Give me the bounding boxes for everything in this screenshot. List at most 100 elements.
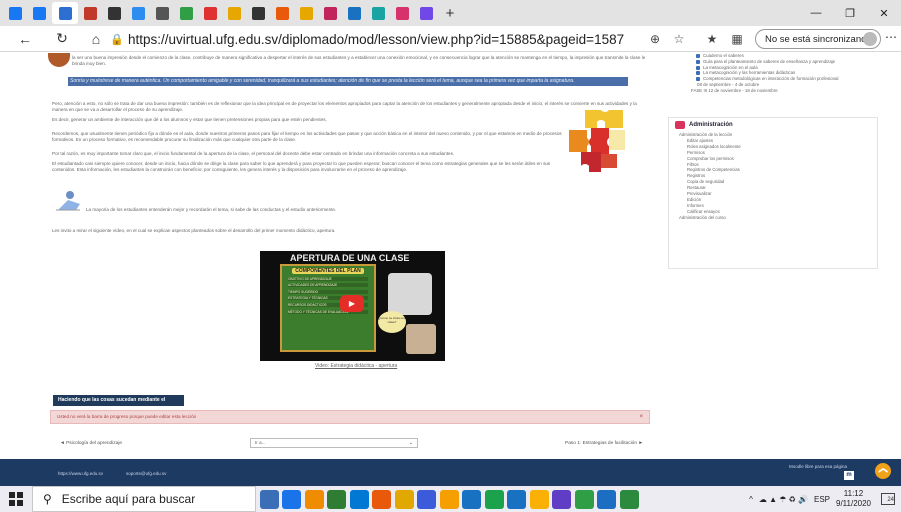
top-illustration <box>48 53 70 67</box>
select-value: Ir a... <box>255 440 266 445</box>
board-title: COMPONENTES DEL PLAN <box>292 268 364 274</box>
taskbar-app-icon[interactable] <box>417 489 436 509</box>
continue-button[interactable]: Haciendo que las cosas sucedan mediante … <box>53 395 184 414</box>
play-icon[interactable]: ▶ <box>340 295 364 312</box>
taskbar-app-icon[interactable] <box>304 489 324 509</box>
previous-activity-link[interactable]: ◄ Psicología del aprendizaje <box>60 441 122 446</box>
puzzle-pieces-image <box>569 110 625 172</box>
moodle-logo-icon: m <box>844 471 854 480</box>
search-icon: ⚲ <box>43 492 52 506</box>
tab-favicon-icon <box>204 6 217 20</box>
moodle-docs-link[interactable]: Moodle libre para esa página <box>789 464 847 469</box>
chevron-down-icon: ⌄ <box>408 440 413 446</box>
browser-tab-strip: + — ❐ ✕ <box>0 0 901 26</box>
tray-chevron-icon[interactable]: ^ <box>749 495 753 504</box>
footer-link-email[interactable]: soporte@ufg.edu.sv <box>126 471 166 476</box>
admin-menu-item[interactable]: Administración del curso <box>679 215 877 221</box>
video-link[interactable]: Video: Estrategia didáctica - apertura <box>315 363 397 369</box>
notifications-icon[interactable]: 24 <box>881 493 895 505</box>
taskbar-app-icon[interactable] <box>349 489 369 509</box>
close-icon[interactable]: × <box>639 411 643 423</box>
browser-tab[interactable] <box>223 2 246 24</box>
windows-start-icon[interactable] <box>0 486 32 512</box>
jump-to-select[interactable]: Ir a... ⌄ <box>250 438 418 448</box>
browser-tab[interactable] <box>247 2 270 24</box>
tab-favicon-icon <box>33 6 46 20</box>
taskbar-search-input[interactable]: ⚲ Escribe aquí para buscar <box>32 486 256 512</box>
browser-tab[interactable] <box>367 2 390 24</box>
windows-taskbar: ⚲ Escribe aquí para buscar ^ ☁ ▲ ☂ ♻ 🔊 E… <box>0 486 901 512</box>
board-line: ACTIVIDADES DE APRENDIZAJE <box>288 283 368 288</box>
tray-icons[interactable]: ☁ ▲ ☂ ♻ 🔊 <box>759 495 808 504</box>
browser-tab[interactable] <box>175 2 198 24</box>
site-footer: https://www.ufg.edu.sv soporte@ufg.edu.s… <box>0 459 901 486</box>
taskbar-app-icon[interactable] <box>597 489 616 509</box>
sync-status-button[interactable]: No se está sincronizando <box>755 29 881 49</box>
lesson-content: la ser uno buena impresión desde el comi… <box>48 53 654 459</box>
taskbar-app-icon[interactable] <box>282 489 301 509</box>
taskbar-app-icon[interactable] <box>574 489 594 509</box>
browser-tab[interactable] <box>391 2 414 24</box>
list-item[interactable]: FASE III 12 de noviembre - 18 de noviemb… <box>684 88 878 94</box>
page-viewport: la ser uno buena impresión desde el comi… <box>0 53 901 459</box>
new-tab-button[interactable]: + <box>439 2 461 24</box>
favorites-list-icon[interactable]: ★ <box>703 30 721 48</box>
footer-link-website[interactable]: https://www.ufg.edu.sv <box>58 471 103 476</box>
tab-favicon-icon <box>180 6 193 20</box>
browser-tab[interactable] <box>319 2 342 24</box>
browser-tab[interactable] <box>295 2 318 24</box>
taskbar-app-icon[interactable] <box>439 489 459 509</box>
scroll-top-button[interactable]: ❯ <box>875 463 891 479</box>
taskbar-app-icon[interactable] <box>484 489 504 509</box>
clock-date: 9/11/2020 <box>836 499 871 508</box>
taskbar-app-icon[interactable] <box>394 489 414 509</box>
url-field[interactable]: 🔒 https://uvirtual.ufg.edu.sv/diplomado/… <box>110 29 680 49</box>
taskbar-app-icon[interactable] <box>462 489 481 509</box>
administration-icon <box>675 121 685 129</box>
taskbar-app-icon[interactable] <box>372 489 391 509</box>
taskbar-app-icon[interactable] <box>259 489 279 509</box>
browser-tab[interactable] <box>79 2 102 24</box>
profile-avatar <box>863 32 877 46</box>
home-icon[interactable]: ⌂ <box>83 27 109 51</box>
administration-title: Administración <box>689 122 733 128</box>
browser-tab[interactable] <box>415 2 438 24</box>
browser-tab[interactable] <box>199 2 222 24</box>
back-arrow-icon[interactable]: ← <box>12 27 38 51</box>
browser-tab[interactable] <box>103 2 126 24</box>
highlighted-quote: Sonría y muéstrese de manera auténtica. … <box>68 77 628 86</box>
next-activity-link[interactable]: Paso 1: Estrategias de facilitación ► <box>565 441 643 446</box>
tab-favicon-icon <box>324 6 337 20</box>
taskbar-app-icon[interactable] <box>552 489 571 509</box>
clock[interactable]: 11:12 9/11/2020 <box>836 489 871 509</box>
tab-favicon-icon <box>420 6 433 20</box>
taskbar-app-icon[interactable] <box>619 489 639 509</box>
video-speaker-image <box>406 324 436 354</box>
tab-favicon-icon <box>252 6 265 20</box>
page-icon <box>696 71 700 76</box>
tab-favicon-icon <box>276 6 289 20</box>
maximize-button[interactable]: ❐ <box>833 0 867 26</box>
browser-tab[interactable] <box>52 2 78 24</box>
video-player[interactable]: APERTURA DE UNA CLASE COMPONENTES DEL PL… <box>260 251 445 361</box>
more-options-icon[interactable]: ⋯ <box>885 30 897 44</box>
administration-block: Administración Administración de la lecc… <box>668 117 878 269</box>
taskbar-app-icon[interactable] <box>529 489 549 509</box>
browser-tab[interactable] <box>4 2 27 24</box>
refresh-icon[interactable]: ↻ <box>49 27 75 51</box>
browser-tab[interactable] <box>343 2 366 24</box>
browser-tab[interactable] <box>127 2 150 24</box>
browser-tab[interactable] <box>271 2 294 24</box>
administration-header: Administración <box>669 118 877 132</box>
browser-tab[interactable] <box>28 2 51 24</box>
taskbar-app-icon[interactable] <box>507 489 526 509</box>
language-indicator[interactable]: ESP <box>814 495 830 504</box>
taskbar-app-icon[interactable] <box>327 489 346 509</box>
collections-icon[interactable]: ▦ <box>728 30 746 48</box>
favorite-star-icon[interactable]: ☆ <box>670 30 688 48</box>
browser-tab[interactable] <box>151 2 174 24</box>
tab-favicon-icon <box>58 6 72 20</box>
minimize-button[interactable]: — <box>799 0 833 26</box>
zoom-icon[interactable]: ⊕ <box>646 30 664 48</box>
close-window-button[interactable]: ✕ <box>867 0 901 26</box>
